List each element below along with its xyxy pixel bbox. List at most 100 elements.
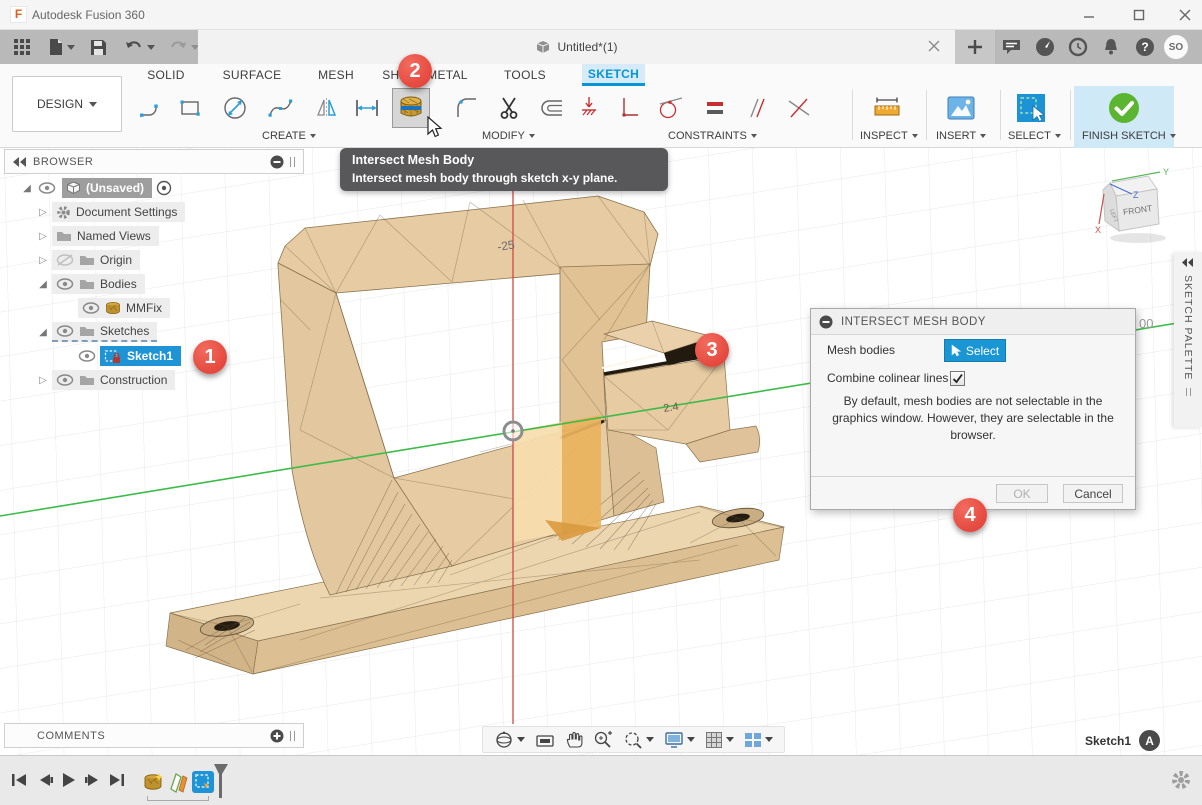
- select-tool[interactable]: [1012, 88, 1050, 128]
- select-button[interactable]: Select: [944, 339, 1006, 362]
- timeline-begin-button[interactable]: [8, 770, 30, 790]
- graphics-window[interactable]: -25 2.4 00 FRONT LEFT X Y Z Intersect Me…: [0, 148, 1202, 755]
- mirror-tool[interactable]: [308, 88, 346, 128]
- parallel-constraint[interactable]: [738, 88, 772, 128]
- zoom-tool[interactable]: [593, 730, 613, 750]
- collapse-left-icon[interactable]: [1182, 258, 1194, 267]
- expand-arrow-icon[interactable]: ◢: [20, 183, 34, 194]
- visibility-eye-icon[interactable]: [78, 350, 96, 362]
- sketch-profile-highlight[interactable]: [513, 415, 601, 542]
- activate-radio-icon[interactable]: [156, 180, 172, 196]
- visibility-eye-icon[interactable]: [38, 182, 56, 194]
- pan-tool[interactable]: [565, 731, 583, 749]
- dimension-tool[interactable]: [348, 88, 386, 128]
- finish-sketch-button[interactable]: [1105, 88, 1143, 128]
- trim-scissors-tool[interactable]: [490, 88, 528, 128]
- tree-item-document-settings[interactable]: ▷ Document Settings: [36, 201, 185, 223]
- tab-mesh[interactable]: MESH: [310, 64, 362, 86]
- undo-icon[interactable]: [124, 39, 155, 55]
- orbit-tool[interactable]: [494, 730, 525, 750]
- tab-close-icon[interactable]: [927, 39, 943, 55]
- grid-settings-tool[interactable]: [705, 731, 734, 749]
- environment-selector[interactable]: DESIGN: [12, 76, 122, 132]
- tab-solid[interactable]: SOLID: [140, 64, 192, 86]
- intersect-mesh-body-tool[interactable]: [392, 88, 430, 128]
- combine-colinear-checkbox[interactable]: [950, 371, 965, 386]
- minus-circle-icon[interactable]: [819, 315, 833, 329]
- dimension-label-top[interactable]: -25: [496, 237, 516, 254]
- new-tab-button[interactable]: [955, 30, 995, 64]
- modify-group-label[interactable]: MODIFY: [482, 130, 535, 142]
- timeline-sketch-feature[interactable]: [192, 771, 214, 793]
- save-icon[interactable]: [90, 39, 107, 56]
- extensions-icon[interactable]: [1033, 35, 1057, 59]
- collapse-left-icon[interactable]: [13, 157, 27, 167]
- tree-item-named-views[interactable]: ▷ Named Views: [36, 225, 159, 247]
- minimize-button[interactable]: [1072, 4, 1106, 26]
- inspect-measure-tool[interactable]: [868, 88, 906, 128]
- offset-tool[interactable]: [532, 88, 570, 128]
- comments-chat-icon[interactable]: [1000, 35, 1024, 59]
- display-settings-tool[interactable]: [664, 731, 695, 749]
- panel-resize-handle[interactable]: [290, 731, 295, 741]
- expand-arrow-icon[interactable]: ▷: [36, 231, 50, 242]
- timeline-step-back-button[interactable]: [34, 770, 56, 790]
- finish-sketch-label[interactable]: FINISH SKETCH: [1082, 130, 1176, 142]
- sketch-palette-panel[interactable]: SKETCH PALETTE: [1174, 252, 1202, 427]
- tab-surface[interactable]: SURFACE: [218, 64, 286, 86]
- fix-constraint[interactable]: [574, 88, 608, 128]
- intersect-mesh-body-dialog[interactable]: INTERSECT MESH BODY Mesh bodies Select C…: [810, 308, 1136, 510]
- visibility-off-eye-icon[interactable]: [56, 254, 74, 266]
- circle-tool[interactable]: [216, 88, 254, 128]
- help-icon[interactable]: ?: [1133, 35, 1157, 59]
- close-button[interactable]: [1168, 4, 1202, 26]
- tree-item-construction[interactable]: ▷ Construction: [36, 369, 175, 391]
- panel-resize-handle[interactable]: [290, 157, 295, 167]
- visibility-eye-icon[interactable]: [56, 325, 74, 337]
- plus-circle-icon[interactable]: [270, 729, 284, 743]
- timeline-position-marker[interactable]: [213, 764, 229, 800]
- expand-arrow-icon[interactable]: ▷: [36, 207, 50, 218]
- expand-arrow-icon[interactable]: ◢: [36, 279, 50, 290]
- tree-item-bodies[interactable]: ◢ Bodies: [36, 273, 145, 295]
- minus-circle-icon[interactable]: [270, 155, 284, 169]
- expand-arrow-icon[interactable]: ▷: [36, 375, 50, 386]
- dialog-header[interactable]: INTERSECT MESH BODY: [811, 309, 1135, 335]
- document-tab[interactable]: Untitled*(1): [198, 30, 955, 64]
- origin-point[interactable]: [504, 422, 522, 440]
- visibility-eye-icon[interactable]: [56, 374, 74, 386]
- app-grid-icon[interactable]: [13, 38, 31, 56]
- file-menu-icon[interactable]: [48, 38, 75, 56]
- maximize-button[interactable]: [1122, 4, 1156, 26]
- tree-item-mmfix[interactable]: MMFix: [78, 297, 170, 319]
- tab-tools[interactable]: TOOLS: [498, 64, 552, 86]
- zoom-window-tool[interactable]: [623, 730, 654, 750]
- job-status-clock-icon[interactable]: [1066, 35, 1090, 59]
- timeline-play-button[interactable]: [58, 770, 80, 790]
- constraints-group-label[interactable]: CONSTRAINTS: [668, 130, 757, 142]
- tangent-constraint[interactable]: [652, 88, 690, 128]
- visibility-eye-icon[interactable]: [56, 278, 74, 290]
- timeline-end-button[interactable]: [106, 770, 128, 790]
- tab-sketch[interactable]: SKETCH: [582, 64, 645, 86]
- expand-arrow-icon[interactable]: ▷: [36, 255, 50, 266]
- select-group-label[interactable]: SELECT: [1008, 130, 1061, 142]
- browser-header[interactable]: BROWSER: [4, 149, 304, 174]
- timeline-mesh-feature[interactable]: [143, 771, 165, 793]
- timeline-step-forward-button[interactable]: [82, 770, 104, 790]
- symmetry-constraint[interactable]: [780, 88, 818, 128]
- dimension-label-tab[interactable]: 2.4: [663, 401, 680, 415]
- equal-constraint[interactable]: [698, 88, 732, 128]
- notifications-bell-icon[interactable]: [1099, 35, 1123, 59]
- fillet-tool[interactable]: [448, 88, 486, 128]
- comments-bar[interactable]: COMMENTS: [4, 723, 304, 748]
- ok-button[interactable]: OK: [996, 484, 1048, 503]
- viewports-tool[interactable]: [744, 732, 773, 748]
- autodesk-a-icon[interactable]: A: [1139, 730, 1160, 751]
- redo-icon[interactable]: [168, 39, 199, 55]
- inspect-group-label[interactable]: INSPECT: [860, 130, 918, 142]
- tree-item-sketches[interactable]: ◢ Sketches: [36, 321, 157, 343]
- create-group-label[interactable]: CREATE: [262, 130, 316, 142]
- timeline-plane-feature[interactable]: [168, 771, 190, 793]
- expand-arrow-icon[interactable]: ◢: [36, 327, 50, 338]
